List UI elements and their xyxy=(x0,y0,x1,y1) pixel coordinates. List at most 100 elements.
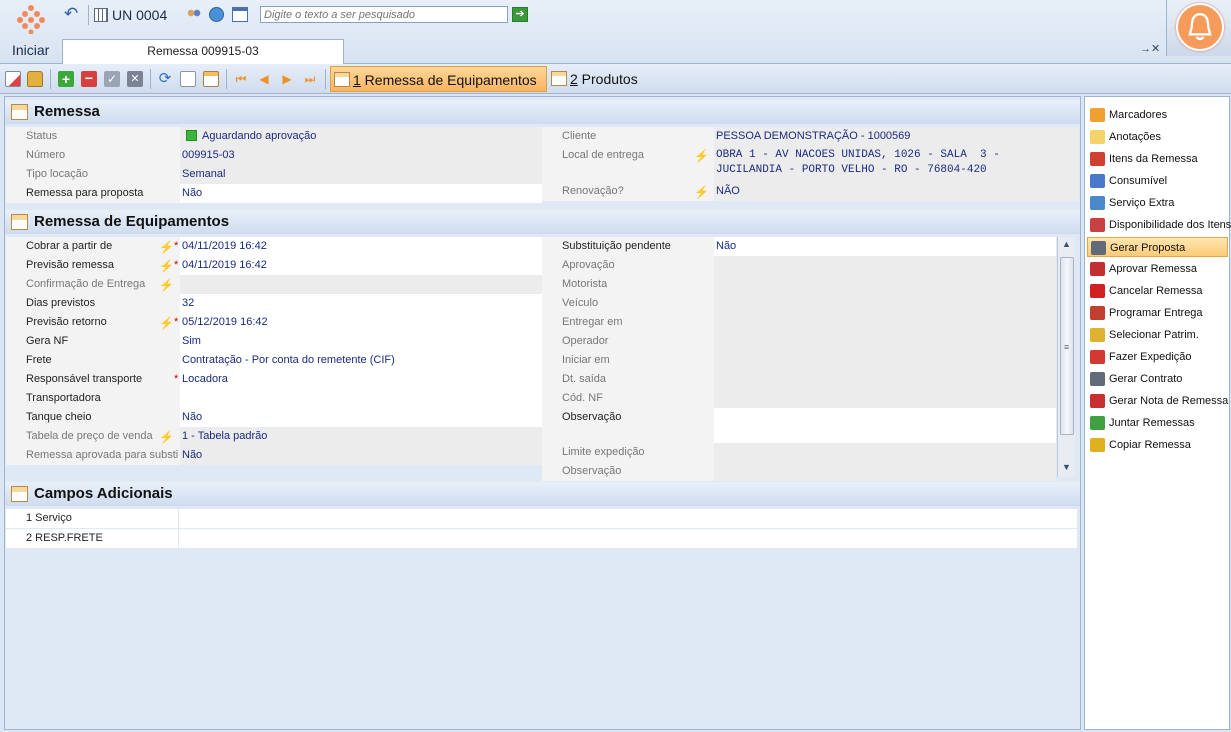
field-value[interactable]: Sim xyxy=(180,332,542,351)
sidebar-item[interactable]: Selecionar Patrim. xyxy=(1087,325,1228,345)
tab-produtos[interactable]: 2 Produtos xyxy=(548,66,648,92)
equip-field[interactable]: Substituição pendente Não xyxy=(542,237,1056,256)
users-icon[interactable] xyxy=(186,8,202,22)
field-remessa-proposta[interactable]: Remessa para proposta Não xyxy=(6,184,542,203)
unit-button[interactable]: UN 0004 xyxy=(94,6,167,24)
field-label: Responsável transporte xyxy=(6,370,180,389)
dispatch-icon xyxy=(1090,350,1105,364)
equip-field: Tabela de preço de venda ⚡ 1 - Tabela padr… xyxy=(6,427,542,446)
field-value xyxy=(714,370,1056,389)
document-tab[interactable]: Remessa 009915-03 xyxy=(62,39,344,64)
field-value[interactable] xyxy=(178,509,1077,528)
field-value[interactable] xyxy=(180,389,542,408)
equip-field[interactable]: Cobrar a partir de ⚡ * 04/11/2019 16:42 xyxy=(6,237,542,256)
field-value[interactable]: 05/12/2019 16:42 xyxy=(180,313,542,332)
field-value[interactable]: 32 xyxy=(180,294,542,313)
field-label: Cobrar a partir de xyxy=(6,237,180,256)
remove-icon[interactable]: − xyxy=(81,71,97,87)
main-panel: Remessa Status Aguardando aprovação Núme… xyxy=(4,96,1081,730)
field-label: Operador xyxy=(542,332,714,351)
cancel-icon[interactable]: ✕ xyxy=(127,71,143,87)
field-label: Tanque cheio xyxy=(6,408,180,427)
sidebar-item-label: Juntar Remessas xyxy=(1109,417,1195,429)
required-marker: * xyxy=(174,316,179,328)
cancel-icon xyxy=(1090,284,1105,298)
equip-field[interactable]: Transportadora xyxy=(6,389,542,408)
field-value[interactable]: Locadora xyxy=(180,370,542,389)
printer-icon xyxy=(1091,241,1106,255)
status-indicator-icon xyxy=(186,130,197,141)
field-value xyxy=(714,443,1056,462)
field-label: Dias previstos xyxy=(6,294,180,313)
sidebar-item[interactable]: Aprovar Remessa xyxy=(1087,259,1228,279)
logo-icon xyxy=(17,5,45,34)
close-tab-button[interactable]: →✕ xyxy=(1140,42,1160,55)
field-value[interactable] xyxy=(714,408,1056,443)
equip-field[interactable]: Previsão remessa ⚡ * 04/11/2019 16:42 xyxy=(6,256,542,275)
field-value xyxy=(714,351,1056,370)
sidebar-item[interactable]: Gerar Proposta xyxy=(1087,237,1228,257)
table-icon[interactable] xyxy=(203,71,219,87)
table-icon xyxy=(11,486,28,502)
field-value[interactable]: Contratação - Por conta do remetente (CI… xyxy=(180,351,542,370)
undo-icon[interactable]: ↶ xyxy=(64,5,84,23)
last-record-icon[interactable]: ⏭ xyxy=(302,71,318,87)
first-record-icon[interactable]: ⏮ xyxy=(233,71,249,87)
extra-field[interactable]: 1 Serviço xyxy=(6,509,1077,528)
home-button[interactable]: Iniciar xyxy=(6,2,54,60)
equip-field[interactable]: Tanque cheio Não xyxy=(6,408,542,427)
lock-icon[interactable] xyxy=(27,71,43,87)
field-tipo-locacao: Tipo locação Semanal xyxy=(6,165,542,184)
sidebar-item[interactable]: Copiar Remessa xyxy=(1087,435,1228,455)
field-value[interactable]: 04/11/2019 16:42 xyxy=(180,237,542,256)
add-icon[interactable]: + xyxy=(58,71,74,87)
chat-icon[interactable] xyxy=(209,7,224,22)
sidebar-item[interactable]: Marcadores xyxy=(1087,105,1228,125)
preview-icon[interactable] xyxy=(180,71,196,87)
scroll-up-icon[interactable]: ▲ xyxy=(1062,239,1071,249)
merge-icon xyxy=(1090,416,1105,430)
equip-field[interactable]: Dias previstos 32 xyxy=(6,294,542,313)
sidebar-item[interactable]: Juntar Remessas xyxy=(1087,413,1228,433)
sidebar-item[interactable]: Fazer Expedição xyxy=(1087,347,1228,367)
previous-record-icon[interactable]: ◀ xyxy=(256,71,272,87)
equip-field[interactable]: Gera NF Sim xyxy=(6,332,542,351)
scroll-thumb[interactable]: ≡ xyxy=(1060,257,1074,435)
sidebar-item[interactable]: Gerar Contrato xyxy=(1087,369,1228,389)
field-value[interactable] xyxy=(178,529,1077,548)
sidebar-item[interactable]: Itens da Remessa xyxy=(1087,149,1228,169)
window-icon[interactable] xyxy=(232,7,248,22)
new-record-icon[interactable] xyxy=(5,71,21,87)
field-value[interactable]: Não xyxy=(180,408,542,427)
field-label: Aprovação xyxy=(542,256,714,275)
sidebar-item[interactable]: Cancelar Remessa xyxy=(1087,281,1228,301)
sidebar-item[interactable]: Anotações xyxy=(1087,127,1228,147)
table-icon xyxy=(11,214,28,230)
field-label: Cód. NF xyxy=(542,389,714,408)
bell-icon[interactable] xyxy=(1176,3,1224,51)
equip-field[interactable]: Observação xyxy=(542,408,1056,443)
field-value[interactable]: 04/11/2019 16:42 xyxy=(180,256,542,275)
equip-field[interactable]: Frete Contratação - Por conta do remetent… xyxy=(6,351,542,370)
search-go-button[interactable]: ➔ xyxy=(512,7,528,22)
extra-field[interactable]: 2 RESP.FRETE xyxy=(6,529,1077,548)
sidebar-item-label: Gerar Proposta xyxy=(1110,242,1186,254)
sidebar-item[interactable]: Disponibilidade dos Itens xyxy=(1087,215,1231,235)
sidebar-item[interactable]: Programar Entrega xyxy=(1087,303,1228,323)
sidebar-item[interactable]: Consumível xyxy=(1087,171,1228,191)
search-input[interactable] xyxy=(260,6,508,23)
scroll-down-icon[interactable]: ▼ xyxy=(1062,462,1071,472)
lightning-icon: ⚡ xyxy=(159,316,174,330)
refresh-icon[interactable]: ⟳ xyxy=(157,71,173,87)
equip-field[interactable]: Previsão retorno ⚡ * 05/12/2019 16:42 xyxy=(6,313,542,332)
sidebar-item[interactable]: Gerar Nota de Remessa xyxy=(1087,391,1228,411)
vertical-scrollbar[interactable]: ▲ ≡ ▼ xyxy=(1057,237,1075,477)
next-record-icon[interactable]: ▶ xyxy=(279,71,295,87)
tab-remessa-equipamentos[interactable]: 1 Remessa de Equipamentos xyxy=(330,66,547,92)
equip-field[interactable]: Responsável transporte * Locadora xyxy=(6,370,542,389)
confirm-icon[interactable]: ✓ xyxy=(104,71,120,87)
table-icon xyxy=(334,72,350,87)
section-equipamentos-header: Remessa de Equipamentos xyxy=(5,210,1080,234)
sidebar-item[interactable]: Serviço Extra xyxy=(1087,193,1228,213)
field-value[interactable]: Não xyxy=(714,237,1056,256)
